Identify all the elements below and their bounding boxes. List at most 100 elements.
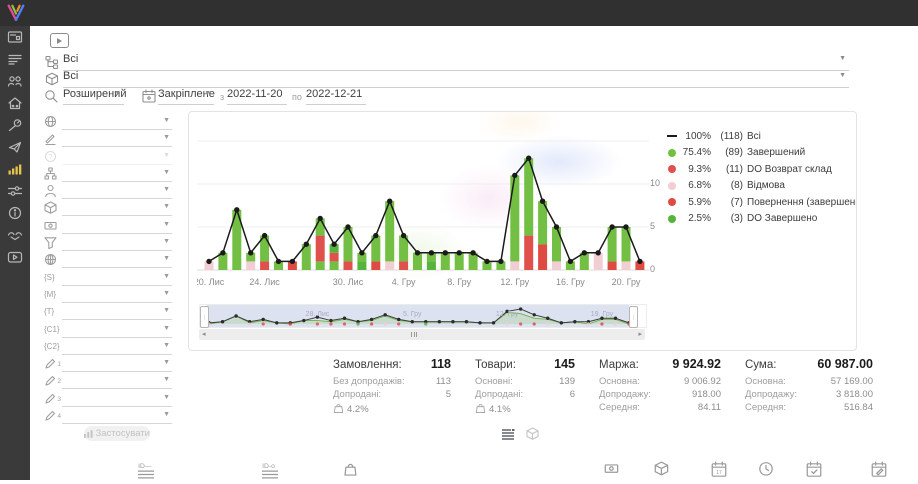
sidebar-item-cards[interactable] [0,26,30,48]
payment-select[interactable]: ▼ [62,218,172,234]
status-filter-value: Всі [63,53,78,65]
date-from-input[interactable]: 2022-11-20 [227,88,287,105]
order-id-column[interactable]: ID— [138,461,154,484]
pen-icon: 1 [44,357,58,371]
period-mode-select[interactable]: Закріплене ▼ [158,88,214,105]
range-selector[interactable]: ⋮ ⋮ 28. Лис5. Гру12. Гру19. Гру [199,304,647,328]
sidebar-item-campaigns[interactable] [0,136,30,158]
stat-sub-label: Середня: [745,401,786,414]
filter-row-utm-term: {T} ▼ [40,304,180,321]
range-handle-left[interactable]: ⋮ [200,306,209,328]
date-column[interactable]: 17 [711,461,727,484]
utm-medium-select[interactable]: ▼ [62,287,172,303]
custom-field-2-select[interactable]: ▼ [62,373,172,389]
signature-icon [44,132,58,146]
sidebar-item-customers[interactable] [0,70,30,92]
product-select[interactable]: ▼ [62,200,172,216]
pen-icon: 2 [44,374,58,388]
svg-text:12. Гру: 12. Гру [500,277,529,287]
legend-entry-4[interactable]: 5.9% (7) Повернення (завершений) [667,194,857,211]
sidebar-item-company[interactable] [0,92,30,114]
scroll-grip[interactable] [411,332,417,337]
structure-select[interactable]: ▼ [62,166,172,182]
legend-count: (89) [717,147,743,158]
chevron-down-icon: ▼ [163,117,170,124]
app-logo[interactable] [5,3,27,23]
delivery-column[interactable] [654,461,670,484]
products-column[interactable] [343,461,359,484]
manager-select[interactable]: ▼ [62,183,172,199]
legend-entry-0[interactable]: 100% (118) Всі [667,128,857,145]
sidebar-item-statistics[interactable] [0,158,30,180]
web-source-select[interactable]: ▼ [62,252,172,268]
legend-percent: 100% [681,131,711,142]
funnel-select[interactable]: ▼ [62,235,172,251]
pen-icon: 4 [44,409,58,423]
sidebar-item-orders[interactable] [0,48,30,70]
status-filter[interactable]: Всі ▼ [63,53,849,71]
range-handle-right[interactable]: ⋮ [629,306,638,328]
products-view-toggle[interactable] [526,427,542,443]
custom-field-4-select[interactable]: ▼ [62,408,172,424]
svg-text:ID-o: ID-o [262,463,275,470]
custom-field-3-select[interactable]: ▼ [62,391,172,407]
stat-sub-value: 6 [570,388,575,401]
legend-label: DO Завершено [747,213,817,224]
utm-term-select[interactable]: ▼ [62,304,172,320]
legend-swatch [667,198,677,206]
statistics-view-toggle[interactable] [500,427,516,443]
sidebar-item-delivery[interactable] [0,114,30,136]
package-icon [44,201,58,215]
payment-column[interactable] [604,461,620,484]
statistics-chart-card: 20. Лис24. Лис30. Лис4. Гру8. Гру12. Гру… [188,111,857,351]
filter-row-manager: ▼ [40,183,180,200]
minimap-date-label: 5. Гру [403,311,422,318]
product-filter[interactable]: Всі ▼ [63,70,849,88]
country-select[interactable]: ▼ [62,114,172,130]
legend-entry-1[interactable]: 75.4% (89) Завершений [667,145,857,162]
external-id-column[interactable]: ID-o [262,461,278,484]
company-icon [7,96,23,110]
svg-text:30. Лис: 30. Лис [333,277,364,287]
chevron-down-icon: ▼ [163,325,170,332]
play-icon [57,38,62,44]
scroll-right-icon[interactable]: ▸ [638,330,642,338]
chevron-down-icon: ▼ [839,72,846,79]
stat-title: Замовлення: [333,359,402,371]
utm-content-select[interactable]: ▼ [62,322,172,338]
orders-chart[interactable]: 20. Лис24. Лис30. Лис4. Гру8. Гру12. Гру… [197,118,649,292]
scroll-left-icon[interactable]: ◂ [202,330,206,338]
filter-row-status-group: ▼ [40,131,180,148]
date-from-value: 2022-11-20 [227,88,282,100]
search-icon[interactable] [44,89,58,103]
time-column[interactable] [758,461,774,484]
utm-term-icon: {T} [44,305,58,319]
stat-sub-value: 3 818.00 [836,388,873,401]
utm-campaign-select[interactable]: ▼ [62,339,172,355]
sidebar-item-automation[interactable] [0,180,30,202]
calendar-date-icon: 17 [711,461,727,479]
utm-source-select[interactable]: ▼ [62,270,172,286]
legend-entry-5[interactable]: 2.5% (3) DO Завершено [667,211,857,228]
sidebar-item-tutorials[interactable] [0,246,30,268]
legend-entry-2[interactable]: 9.3% (11) DO Возврат склад [667,161,857,178]
legend-percent: 2.5% [681,213,711,224]
svg-text:16. Гру: 16. Гру [556,277,585,287]
sidebar-item-partners[interactable] [0,224,30,246]
unknown-select[interactable]: ▼ [62,149,172,165]
chevron-down-icon: ▼ [163,307,170,314]
chart-legend: 100% (118) Всі 75.4% (89) Завершений 9.3… [667,128,857,227]
update-date-column[interactable] [871,461,887,484]
y-tick-5: 5 [650,221,655,231]
video-tutorial-button[interactable] [50,33,69,48]
approve-date-column[interactable] [806,461,822,484]
sidebar-item-info[interactable] [0,202,30,224]
custom-field-1-select[interactable]: ▼ [62,356,172,372]
svg-text:24. Лис: 24. Лис [249,277,280,287]
status-group-select[interactable]: ▼ [62,131,172,147]
legend-entry-3[interactable]: 6.8% (8) Відмова [667,178,857,195]
apply-filters-button[interactable]: Застосувати [84,426,150,441]
date-to-input[interactable]: 2022-12-21 [306,88,366,105]
search-mode-select[interactable]: Розширений ▼ [63,88,124,105]
range-scrollbar[interactable]: ◂ ▸ [199,329,645,340]
